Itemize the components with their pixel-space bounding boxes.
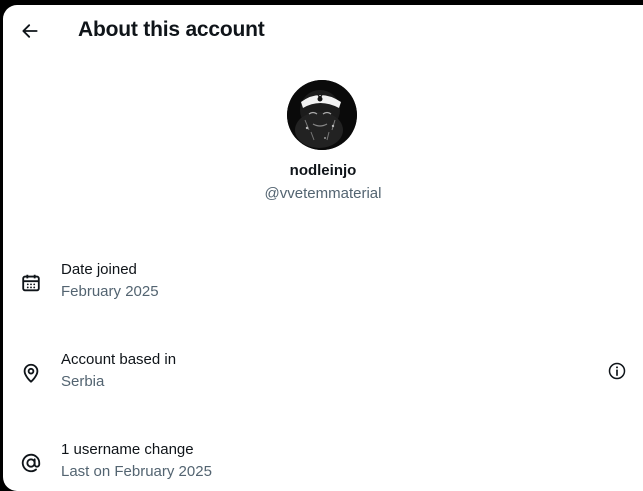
back-button[interactable]: [15, 16, 45, 46]
at-sign-icon: [19, 451, 43, 475]
info-icon: [608, 362, 626, 380]
account-location-row: Account based in Serbia: [3, 351, 643, 407]
avatar[interactable]: [287, 80, 357, 150]
date-joined-label: Date joined: [61, 261, 137, 278]
date-joined-row: Date joined February 2025: [3, 261, 643, 317]
info-button[interactable]: [605, 359, 629, 383]
page-title: About this account: [78, 18, 265, 41]
calendar-icon: [19, 271, 43, 295]
about-account-panel: About this account nodleinjo @vvetemmate…: [3, 5, 643, 491]
arrow-left-icon: [22, 24, 38, 38]
username-change-label: 1 username change: [61, 441, 194, 458]
username-change-row: 1 username change Last on February 2025: [3, 441, 643, 491]
username-handle: @vvetemmaterial: [264, 185, 382, 202]
location-pin-icon: [19, 361, 43, 385]
account-based-in-label: Account based in: [61, 351, 177, 368]
header: About this account: [3, 5, 643, 59]
username-change-value: Last on February 2025: [61, 463, 212, 480]
account-based-in-value: Serbia: [61, 373, 105, 390]
display-name: nodleinjo: [289, 162, 357, 179]
date-joined-value: February 2025: [61, 283, 159, 300]
